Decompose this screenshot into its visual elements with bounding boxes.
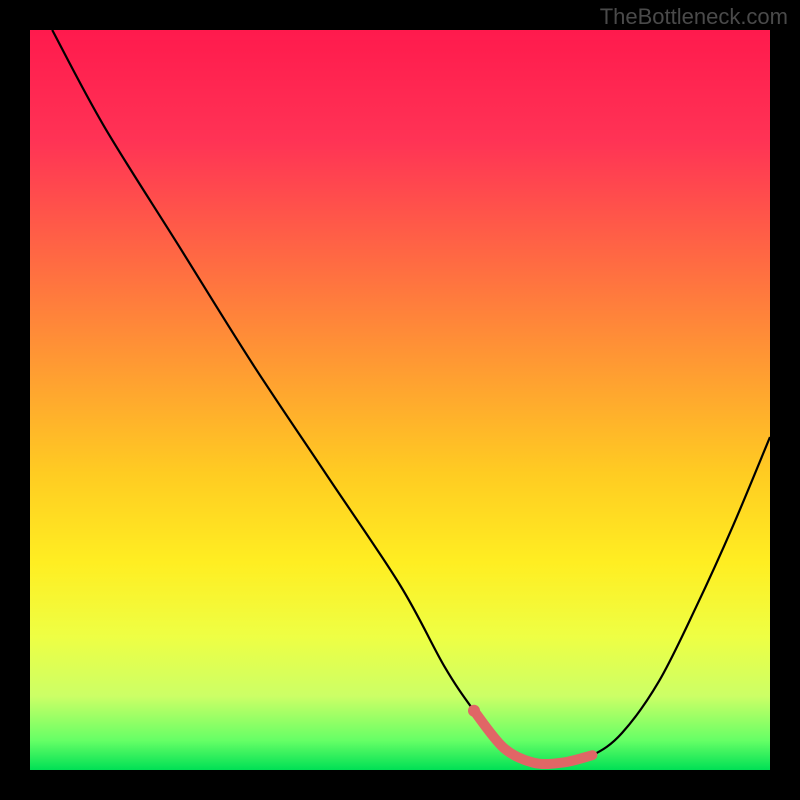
bottleneck-curve bbox=[52, 30, 770, 764]
chart-plot-area bbox=[30, 30, 770, 770]
optimal-range-start-dot bbox=[468, 705, 480, 717]
curve-overlay bbox=[30, 30, 770, 770]
watermark-text: TheBottleneck.com bbox=[600, 4, 788, 30]
optimal-range-marker bbox=[474, 711, 592, 764]
